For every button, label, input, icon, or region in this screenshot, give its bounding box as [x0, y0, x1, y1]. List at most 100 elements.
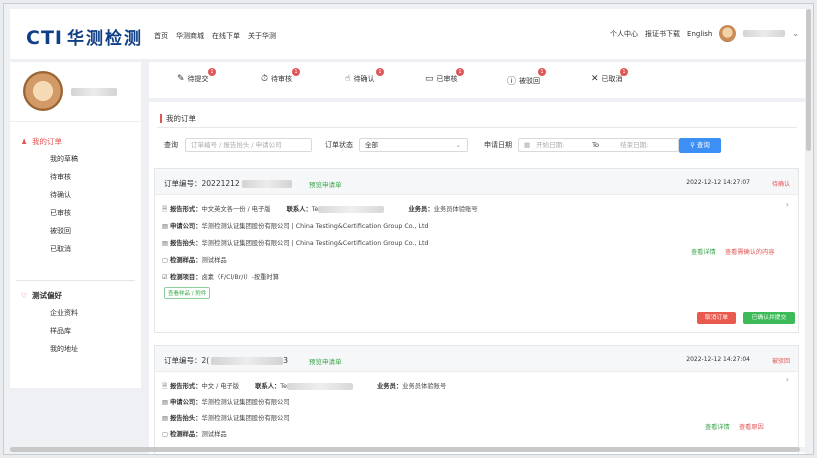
tab-reviewed[interactable]: ▭ 已审核 1	[425, 68, 464, 84]
contact-value: Te	[280, 383, 287, 390]
checklist-icon: ☑	[162, 274, 168, 281]
order-number-label: 订单编号：	[164, 179, 202, 188]
report-format-row: 🗎 报告形式：中文 / 电子版 联系人：Te 业务员：业务员体验账号	[162, 381, 446, 392]
sidebar-item-cancelled[interactable]: 已取消	[10, 240, 141, 258]
brand-logo[interactable]: CTI 华测检测	[26, 24, 143, 49]
prefs-menu: ♡ 测试偏好 企业资料 样品库 我的地址	[10, 288, 141, 358]
cancel-order-button[interactable]: 取消订单	[697, 312, 736, 324]
sidebar-item-sample-lib[interactable]: 样品库	[10, 322, 141, 340]
tab-rejected[interactable]: ⓘ 被驳回 1	[507, 68, 546, 87]
user-avatar[interactable]	[719, 25, 737, 42]
query-button[interactable]: ⚲ 查询	[679, 138, 721, 153]
sales-label: 业务员：	[408, 206, 434, 213]
view-reason-link[interactable]: 查看原因	[739, 422, 764, 431]
view-detail-link[interactable]: 查看详情	[705, 422, 730, 431]
tab-label: 待确认	[353, 75, 375, 83]
preview-application-link[interactable]: 预览申请单	[309, 356, 342, 366]
sample-value: 测试样品	[201, 257, 227, 264]
document-icon: 🗎	[162, 206, 168, 213]
profile-box	[10, 62, 141, 122]
view-sample-attachment-button[interactable]: 查看样品 / 附件	[164, 287, 211, 299]
count-badge: 1	[376, 68, 384, 76]
horizontal-scrollbar[interactable]	[10, 447, 807, 452]
contact-blurred	[318, 205, 385, 213]
count-badge: 1	[456, 68, 464, 76]
personal-center-link[interactable]: 个人中心	[610, 29, 638, 39]
order-number-label: 订单编号：	[164, 356, 202, 365]
sample-value: 测试样品	[201, 431, 227, 438]
order-number-value: 2(	[201, 356, 210, 365]
order-number-blurred	[211, 357, 284, 365]
chevron-right-icon[interactable]: ›	[786, 375, 789, 384]
report-header-row: ▤ 报告抬头：华测检测认证集团股份有限公司 | China Testing&Cer…	[162, 238, 429, 247]
nav-mall[interactable]: 华测商城	[176, 31, 204, 41]
view-detail-link[interactable]: 查看详情	[691, 247, 716, 256]
sidebar-prefs-label: 测试偏好	[32, 291, 62, 300]
main-content: ✎ 待提交 1 ⏱ 待审核 1 ☝ 待确认 1 ▭ 已审核 1 ⓘ 被驳回 1 …	[149, 62, 805, 454]
sales-value: 业务员体验账号	[433, 206, 478, 213]
logo-cti: CTI	[26, 27, 63, 49]
calendar-icon: ▦	[524, 141, 531, 149]
date-range-input[interactable]: ▦ 开始日期: To 结束日期:	[518, 138, 679, 152]
chevron-down-icon[interactable]: ⌄	[792, 29, 799, 38]
profile-avatar[interactable]	[23, 71, 63, 111]
scrollbar-thumb[interactable]	[806, 9, 811, 151]
tab-to-submit[interactable]: ✎ 待提交 1	[177, 68, 216, 84]
end-date-placeholder: 结束日期:	[620, 141, 649, 149]
format-label: 报告形式：	[170, 383, 202, 390]
confirm-submit-button[interactable]: 已确认并提交	[743, 312, 795, 324]
edit-icon: ✎	[177, 74, 185, 84]
company-label: 申请公司：	[170, 399, 202, 406]
order-card-header: 订单编号：20221212 预览申请单 2022-12-12 14:27:07 …	[155, 169, 798, 195]
panel-title: 我的订单	[160, 114, 196, 123]
sidebar-item-company[interactable]: 企业资料	[10, 304, 141, 322]
scrollbar-thumb[interactable]	[10, 447, 800, 452]
browser-frame: CTI 华测检测 首页 华测商城 在线下单 关于华测 个人中心 报证书下载 En…	[3, 3, 814, 455]
tab-to-confirm[interactable]: ☝ 待确认 1	[345, 68, 384, 84]
alert-icon: ⓘ	[507, 77, 517, 87]
nav-about[interactable]: 关于华测	[248, 31, 276, 41]
chevron-right-icon[interactable]: ›	[786, 200, 789, 209]
date-label: 申请日期	[484, 141, 512, 149]
vertical-scrollbar[interactable]	[806, 9, 811, 441]
view-confirm-content-link[interactable]: 查看需确认的内容	[725, 247, 775, 256]
order-number: 订单编号：20221212	[164, 178, 292, 189]
start-date-placeholder: 开始日期:	[536, 141, 565, 149]
sample-label: 检测样品：	[170, 257, 202, 264]
sidebar-item-reviewed[interactable]: 已审核	[10, 204, 141, 222]
sidebar-prefs-head[interactable]: ♡ 测试偏好	[10, 288, 141, 304]
sales-value: 业务员体验账号	[402, 383, 447, 390]
sidebar-item-address[interactable]: 我的地址	[10, 340, 141, 358]
nav-order-online[interactable]: 在线下单	[212, 31, 240, 41]
company-label: 申请公司：	[170, 223, 202, 230]
tab-to-review[interactable]: ⏱ 待审核 1	[261, 68, 300, 84]
nav-home[interactable]: 首页	[154, 31, 168, 41]
items-label: 检测项目：	[170, 274, 202, 281]
timer-icon: ⏱	[261, 74, 269, 84]
test-items-row: ☑ 检测项目：卤素（F/Cl/Br/I）-按重时算	[162, 272, 279, 281]
building-icon: ▤	[162, 399, 168, 406]
user-icon: ♟	[21, 138, 28, 146]
count-badge: 1	[208, 68, 216, 76]
sidebar-item-pending-confirm[interactable]: 待确认	[10, 186, 141, 204]
top-header: CTI 华测检测 首页 华测商城 在线下单 关于华测 个人中心 报证书下载 En…	[10, 9, 807, 59]
contact-label: 联系人：	[255, 383, 281, 390]
username-blurred	[743, 30, 786, 37]
count-badge: 1	[292, 68, 300, 76]
query-input[interactable]: 订单编号 / 报告抬头 / 申请公司	[185, 138, 312, 152]
tab-label: 已取消	[601, 75, 623, 83]
cert-download-link[interactable]: 报证书下载	[645, 29, 680, 39]
sidebar-item-pending-review[interactable]: 待审核	[10, 168, 141, 186]
sidebar-item-rejected[interactable]: 被驳回	[10, 222, 141, 240]
monitor-icon: ▭	[425, 74, 434, 84]
query-label: 查询	[164, 141, 178, 149]
order-card: 订单编号：2(3 预览申请单 2022-12-12 14:27:04 被驳回 🗎…	[154, 345, 799, 454]
tab-cancelled[interactable]: ✕ 已取消 1	[591, 68, 628, 84]
preview-application-link[interactable]: 预览申请单	[309, 179, 342, 189]
sidebar-item-draft[interactable]: 我的草稿	[10, 150, 141, 168]
tab-label: 已审核	[436, 75, 458, 83]
sidebar-orders-label: 我的订单	[32, 137, 62, 146]
language-switch[interactable]: English	[687, 30, 712, 38]
sidebar-orders-head[interactable]: ♟ 我的订单	[10, 134, 141, 150]
status-select[interactable]: 全部 ⌄	[359, 138, 468, 152]
